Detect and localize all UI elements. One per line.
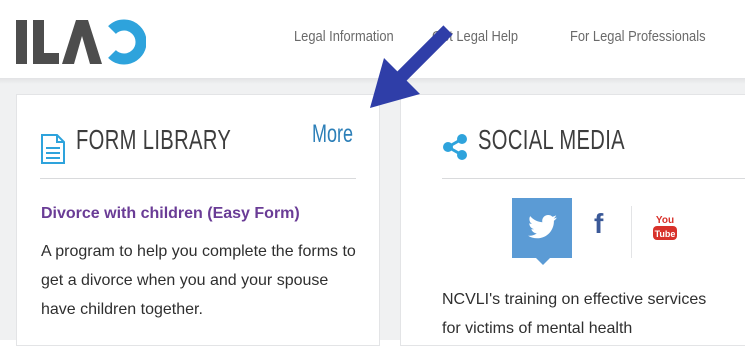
youtube-icon[interactable]: You Tube [651, 212, 679, 242]
social-description-line-1: NCVLI's training on effective services [442, 291, 707, 308]
document-icon [41, 134, 65, 164]
facebook-icon[interactable]: f [594, 208, 603, 240]
form-library-divider [40, 178, 356, 179]
social-media-divider [442, 178, 745, 179]
svg-text:Tube: Tube [655, 229, 676, 239]
social-description: NCVLI's training on effective services f… [442, 285, 745, 343]
svg-text:You: You [656, 215, 674, 226]
twitter-icon [528, 215, 557, 239]
social-media-title: SOCIAL MEDIA [478, 124, 625, 155]
share-icon [443, 134, 467, 160]
nav-for-legal-professionals[interactable]: For Legal Professionals [570, 28, 706, 45]
divorce-form-link[interactable]: Divorce with children (Easy Form) [41, 205, 300, 223]
social-description-line-2: for victims of mental health [442, 320, 633, 337]
form-description: A program to help you complete the forms… [41, 243, 356, 318]
twitter-tab-pointer [536, 258, 550, 265]
annotation-arrow [370, 25, 453, 108]
more-link[interactable]: More [312, 120, 353, 149]
form-library-title: FORM LIBRARY [76, 124, 232, 155]
social-separator [631, 206, 632, 258]
